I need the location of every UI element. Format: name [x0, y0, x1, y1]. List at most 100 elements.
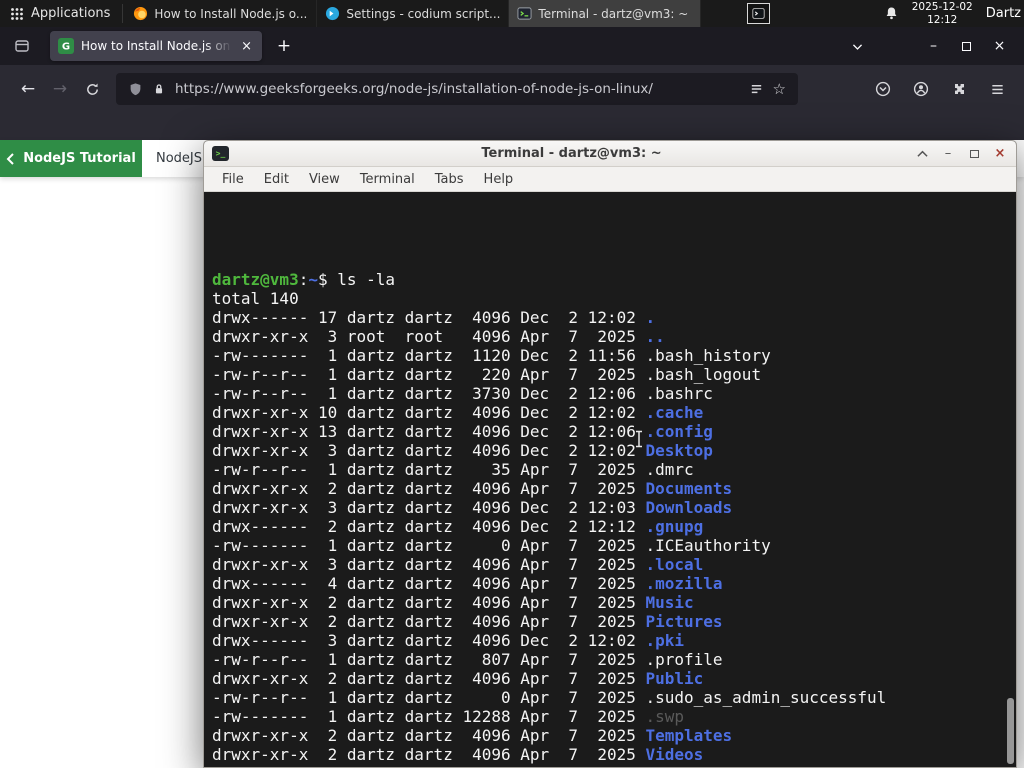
terminal-window-icon: >_ [212, 146, 229, 161]
browser-minimize-button[interactable]: – [917, 32, 950, 60]
terminal-line: -rw-r--r-- 1 dartz dartz 220 Apr 7 2025 … [212, 365, 762, 384]
terminal-line: -rw-r--r-- 1 dartz dartz 0 Apr 7 2025 .s… [212, 688, 887, 707]
terminal-titlebar[interactable]: >_ Terminal - dartz@vm3: ~ – × [204, 141, 1016, 167]
reload-button[interactable] [76, 73, 108, 105]
terminal-line: drwxr-xr-x 2 dartz dartz 4096 Apr 7 2025… [212, 726, 733, 745]
app-menu-button[interactable] [982, 74, 1012, 104]
applications-menu-button[interactable]: Applications [0, 0, 120, 27]
account-button[interactable] [906, 74, 936, 104]
navigation-toolbar: ← → https://www.geeksforgeeks.org/node-j… [0, 65, 1024, 113]
account-icon [913, 81, 929, 97]
terminal-line: drwx------ 2 dartz dartz 4096 Dec 2 12:1… [212, 517, 704, 536]
browser-maximize-button[interactable] [950, 32, 983, 60]
extensions-puzzle-icon [955, 84, 964, 94]
terminal-line: total 140 [212, 289, 299, 308]
site-nav-current-label: NodeJS Tutorial [23, 151, 136, 166]
clock-time: 12:12 [927, 13, 958, 26]
menu-file[interactable]: File [212, 172, 254, 187]
browser-window-controls: – × [917, 32, 1016, 60]
terminal-line: drwxr-xr-x 3 dartz dartz 4096 Dec 2 12:0… [212, 441, 713, 460]
desktop: Applications How to Install Node.js o...… [0, 0, 1024, 768]
taskbar-button-terminal[interactable]: Terminal - dartz@vm3: ~ [509, 0, 702, 27]
svg-text:G: G [62, 42, 70, 53]
user-menu[interactable]: Dartz [986, 6, 1021, 21]
browser-close-button[interactable]: × [983, 32, 1016, 60]
terminal-output[interactable]: dartz@vm3:~$ ls -la total 140 drwx------ 1… [204, 192, 1016, 767]
tab-close-button[interactable]: × [239, 39, 254, 54]
maximize-icon [969, 149, 979, 158]
clock[interactable]: 2025-12-02 12:12 [912, 1, 973, 26]
panel-status-area: 2025-12-02 12:12 Dartz [884, 0, 1024, 27]
taskbar-button-label: Settings - codium script... [346, 6, 501, 21]
terminal-line: drwxr-xr-x 3 root root 4096 Apr 7 2025 .… [212, 327, 665, 346]
address-bar[interactable]: https://www.geeksforgeeks.org/node-js/in… [116, 73, 798, 105]
terminal-icon [517, 7, 532, 20]
terminal-line: drwx------ 4 dartz dartz 4096 Apr 7 2025… [212, 574, 723, 593]
terminal-window-controls: – × [914, 146, 1008, 161]
pocket-button[interactable] [868, 74, 898, 104]
tab-active[interactable]: G How to Install Node.js on × [50, 31, 262, 61]
back-button[interactable]: ← [12, 73, 44, 105]
bookmark-star-icon[interactable]: ☆ [773, 80, 786, 98]
firefox-icon [134, 6, 148, 21]
menu-view[interactable]: View [299, 172, 350, 187]
terminal-line: drwx------ 17 dartz dartz 4096 Dec 2 12:… [212, 308, 656, 327]
terminal-line: -rw-r--r-- 1 dartz dartz 807 Apr 7 2025 … [212, 650, 723, 669]
menu-tabs[interactable]: Tabs [425, 172, 474, 187]
top-panel: Applications How to Install Node.js o...… [0, 0, 1024, 27]
chevron-up-icon [916, 150, 928, 157]
terminal-line: -rw------- 1 dartz dartz 0 Apr 7 2025 .I… [212, 536, 771, 555]
terminal-scrollbar-thumb[interactable] [1007, 698, 1014, 764]
clock-date: 2025-12-02 [911, 0, 973, 13]
taskbar-button-label: Terminal - dartz@vm3: ~ [538, 6, 689, 21]
terminal-close-button[interactable]: × [992, 146, 1008, 161]
toolbar-icons [868, 74, 1012, 104]
terminal-menubar: File Edit View Terminal Tabs Help [204, 167, 1016, 192]
terminal-line: drwx------ 3 dartz dartz 4096 Dec 2 12:0… [212, 631, 685, 650]
tab-bar: G How to Install Node.js on × + – × [0, 27, 1024, 65]
firefox-view-button[interactable] [8, 32, 36, 60]
pocket-icon [875, 81, 891, 97]
chevron-left-icon [6, 152, 14, 165]
tray-terminal-icon[interactable] [747, 3, 771, 24]
terminal-line: drwxr-xr-x 2 dartz dartz 4096 Apr 7 2025… [212, 479, 733, 498]
reload-icon [86, 83, 98, 95]
terminal-line: -rw------- 1 dartz dartz 1120 Dec 2 11:5… [212, 346, 771, 365]
terminal-window: >_ Terminal - dartz@vm3: ~ – × File Edit… [203, 140, 1017, 768]
taskbar-button-label: How to Install Node.js o... [154, 6, 308, 21]
site-nav-current[interactable]: NodeJS Tutorial [0, 140, 142, 177]
applications-label: Applications [31, 6, 111, 21]
terminal-maximize-button[interactable] [966, 149, 982, 158]
notifications-bell-icon[interactable] [884, 6, 899, 21]
terminal-line: drwxr-xr-x 3 dartz dartz 4096 Apr 7 2025… [212, 555, 704, 574]
terminal-line: drwxr-xr-x 2 dartz dartz 4096 Apr 7 2025… [212, 612, 723, 631]
url-text[interactable]: https://www.geeksforgeeks.org/node-js/in… [175, 81, 740, 97]
terminal-shade-button[interactable] [914, 150, 930, 158]
lock-icon [155, 84, 163, 94]
terminal-line: -rw------- 1 dartz dartz 532 Apr 7 2025 … [212, 764, 1016, 767]
taskbar-button-codium[interactable]: Settings - codium script... [317, 0, 510, 27]
tracking-shield-icon [130, 82, 141, 95]
text-cursor [636, 430, 642, 448]
chevron-down-icon [852, 43, 862, 50]
terminal-line: drwxr-xr-x 10 dartz dartz 4096 Dec 2 12:… [212, 403, 704, 422]
system-tray [747, 0, 771, 27]
menu-terminal[interactable]: Terminal [350, 172, 425, 187]
terminal-minimize-button[interactable]: – [940, 146, 956, 161]
terminal-window-title: Terminal - dartz@vm3: ~ [481, 146, 662, 161]
taskbar-button-firefox[interactable]: How to Install Node.js o... [125, 0, 318, 27]
new-tab-button[interactable]: + [270, 32, 298, 60]
panel-separator [122, 4, 124, 23]
terminal-line: drwxr-xr-x 13 dartz dartz 4096 Dec 2 12:… [212, 422, 713, 441]
forward-button[interactable]: → [44, 73, 76, 105]
reader-view-icon[interactable] [749, 82, 764, 97]
terminal-line: dartz@vm3:~$ ls -la [212, 270, 396, 289]
list-all-tabs-button[interactable] [843, 32, 871, 60]
hamburger-menu-icon [991, 84, 1003, 94]
terminal-line: drwxr-xr-x 3 dartz dartz 4096 Dec 2 12:0… [212, 498, 733, 517]
menu-edit[interactable]: Edit [254, 172, 299, 187]
terminal-line: -rw------- 1 dartz dartz 12288 Apr 7 202… [212, 707, 685, 726]
menu-help[interactable]: Help [474, 172, 524, 187]
extensions-button[interactable] [944, 74, 974, 104]
applications-grid-icon [11, 7, 23, 20]
